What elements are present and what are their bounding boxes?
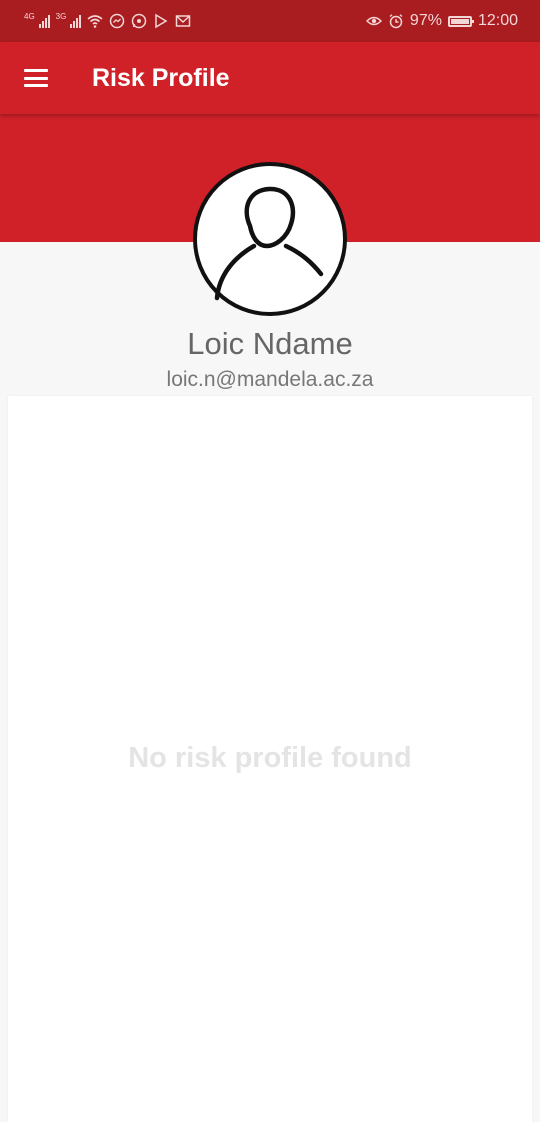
menu-button[interactable] xyxy=(0,42,72,114)
whatsapp-icon xyxy=(132,13,147,29)
gmail-icon xyxy=(176,15,191,27)
hamburger-menu-icon xyxy=(24,69,48,87)
battery-percent: 97% xyxy=(409,12,442,29)
network-type-2: 3G xyxy=(55,12,67,21)
page-title: Risk Profile xyxy=(92,63,230,92)
profile-email: loic.n@mandela.ac.za xyxy=(166,368,374,391)
eye-comfort-icon xyxy=(365,16,382,26)
profile-avatar xyxy=(193,162,347,316)
messenger-icon xyxy=(110,13,125,29)
status-left: 4G 3G xyxy=(24,13,191,29)
status-bar: 4G 3G 97% 12:00 xyxy=(0,0,540,42)
signal-icon-2 xyxy=(70,14,82,28)
alarm-icon xyxy=(389,14,403,29)
battery-icon xyxy=(447,15,474,27)
clock: 12:00 xyxy=(477,12,518,29)
signal-icon xyxy=(38,14,50,28)
profile-name: Loic Ndame xyxy=(187,326,353,361)
empty-state-message: No risk profile found xyxy=(128,742,412,774)
network-type-1: 4G xyxy=(24,12,35,21)
wifi-icon xyxy=(87,15,103,28)
app-bar: Risk Profile xyxy=(0,42,540,114)
play-store-icon xyxy=(155,13,168,29)
risk-profile-card: No risk profile found xyxy=(8,396,532,1122)
user-avatar-icon xyxy=(214,186,324,301)
status-right: 97% 12:00 xyxy=(365,12,518,30)
